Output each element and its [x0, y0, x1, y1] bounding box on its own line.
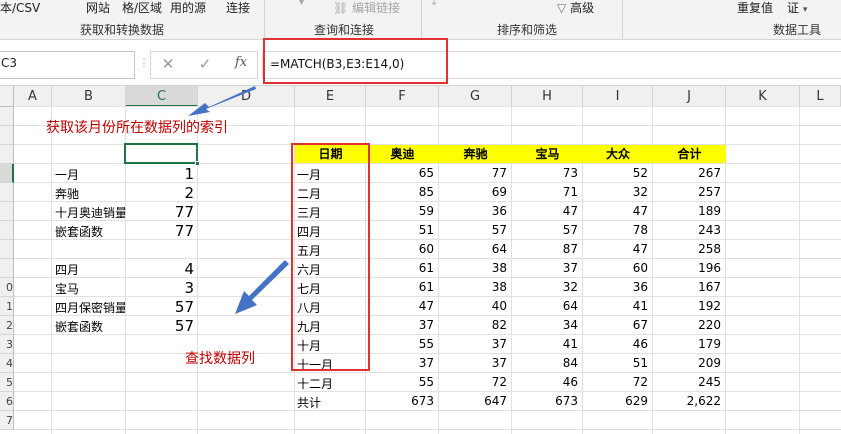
ribbon-item-recent-sources[interactable]: 用的源 — [170, 0, 206, 16]
group-label-queries-connections: 查询和连接 — [314, 23, 375, 37]
ribbon-item-advanced[interactable]: ▽ 高级 — [557, 0, 594, 16]
ribbon-item-text-csv[interactable]: 本/CSV — [0, 0, 40, 16]
group-label-get-transform: 获取和转换数据 — [80, 23, 165, 37]
ribbon-item-edit-links[interactable]: ⛓ 编辑链接 — [333, 0, 400, 16]
vertical-dots-icon: ⋮ — [139, 58, 149, 69]
sort-icon[interactable]: ↕ — [430, 0, 438, 8]
worksheet-grid[interactable]: ABCDEFGHIJKL 01234567 一月 1 奔驰 2 十月奥迪销量 77 嵌套函数… — [0, 86, 841, 434]
ribbon-separator — [264, 0, 265, 38]
fx-icon[interactable]: fx — [231, 55, 251, 70]
annotation-arrows — [188, 86, 289, 314]
enter-icon[interactable]: ✓ — [196, 55, 214, 73]
ribbon-item-data-validation[interactable]: 证 ▾ — [787, 0, 807, 16]
formula-buttons-area: ✕ ✓ fx — [150, 51, 258, 79]
arrow-to-index-note — [188, 86, 256, 116]
formula-bar: C3 ⋮ ✕ ✓ fx =MATCH(B3,E3:E14,0) — [0, 38, 841, 86]
formula-highlight-box — [263, 38, 448, 84]
cancel-icon[interactable]: ✕ — [159, 55, 177, 73]
group-label-sort-filter: 排序和筛选 — [497, 23, 558, 37]
link-icon: ⛓ — [333, 1, 349, 15]
arrow-to-lookup-range — [235, 260, 289, 314]
filter-advanced-icon: ▽ — [557, 1, 567, 15]
ribbon: 本/CSV 网站 格/区域 用的源 连接 ▾ ⛓ 编辑链接 ↕ ▽ 高级 重复值… — [0, 0, 841, 40]
ribbon-separator — [421, 0, 422, 38]
data-validation-label: 证 — [787, 1, 800, 15]
ribbon-item-web[interactable]: 网站 — [86, 0, 110, 16]
lookup-range-highlight-box — [291, 143, 370, 371]
group-label-data-tools: 数据工具 — [773, 23, 822, 37]
chevron-down-icon[interactable]: ▾ — [299, 0, 304, 8]
ribbon-separator — [622, 0, 623, 38]
advanced-label: 高级 — [570, 1, 595, 15]
ribbon-item-table-range[interactable]: 格/区域 — [122, 0, 162, 16]
ribbon-item-connections[interactable]: 连接 — [226, 0, 250, 16]
chevron-down-icon: ▾ — [802, 5, 808, 15]
ribbon-item-remove-duplicates[interactable]: 重复值 — [737, 0, 773, 16]
name-box[interactable]: C3 — [0, 51, 135, 79]
edit-links-label: 编辑链接 — [352, 1, 401, 15]
name-box-value: C3 — [1, 56, 18, 70]
